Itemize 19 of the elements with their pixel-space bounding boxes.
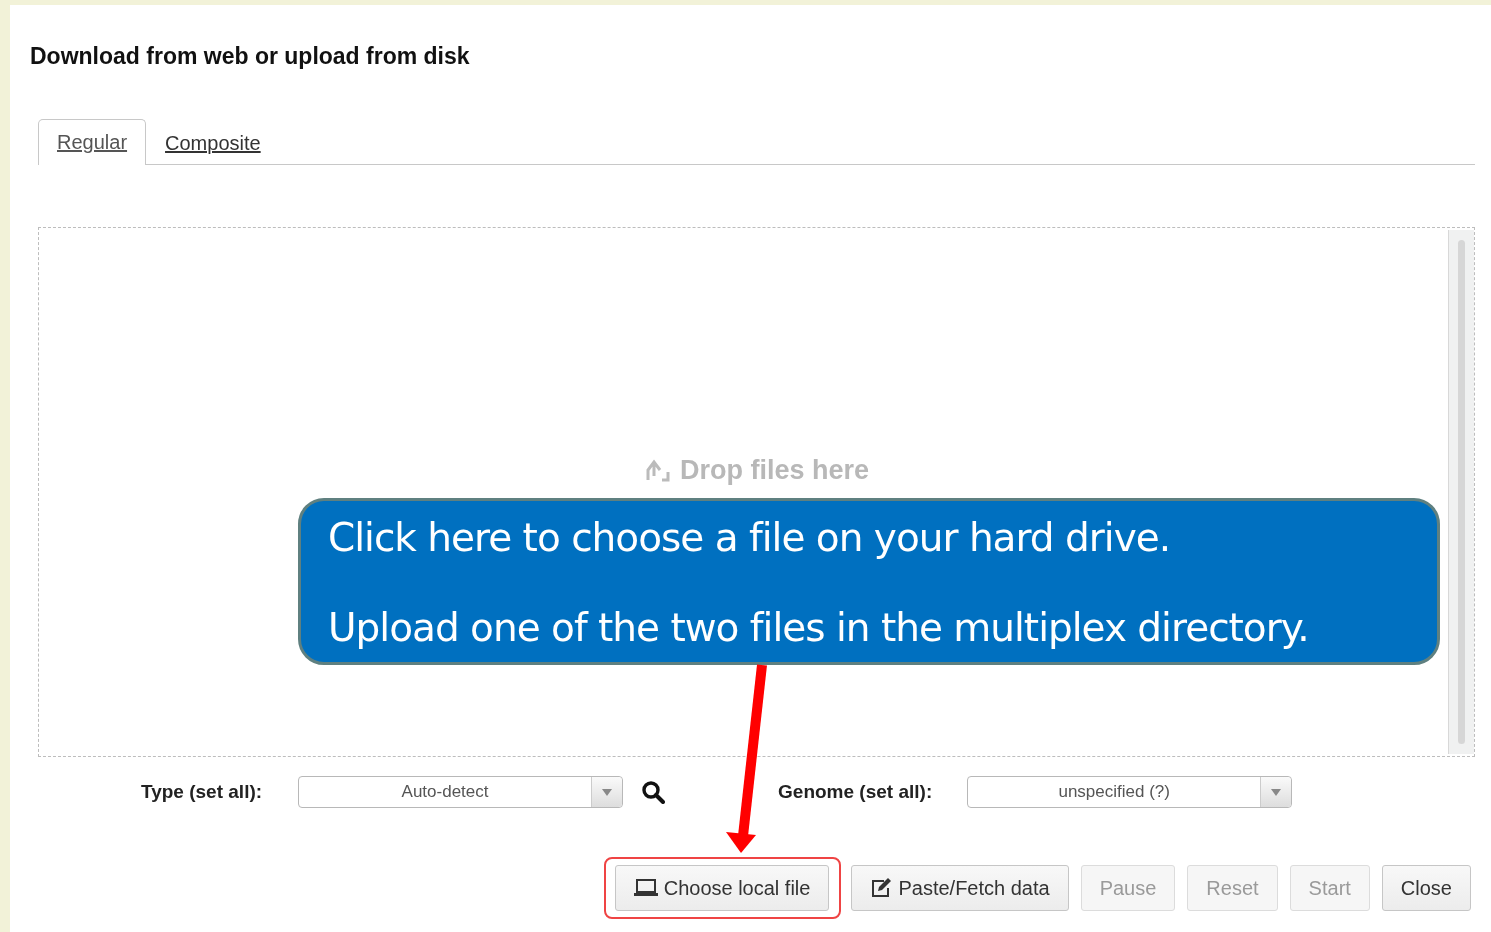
search-icon[interactable] [641,780,666,804]
caret-icon [602,788,613,796]
scrollbar[interactable] [1448,230,1474,754]
genome-dropdown[interactable]: unspecified (?) [967,776,1293,808]
tab[interactable]: Regular [38,119,147,165]
action-button[interactable]: Close [1381,865,1471,911]
action-button[interactable]: Choose local file [614,865,830,911]
laptop-icon [633,879,658,897]
genome-label: Genome (set all): [778,781,933,803]
callout-text: Upload one of the two files in the multiplex directory. [328,604,1310,652]
action-button[interactable]: Paste/Fetch data [851,865,1069,911]
type-label: Type (set all): [141,781,263,803]
callout-text: Click here to choose a file on your hard drive. [328,514,1172,562]
caret-icon [1271,788,1282,796]
dialog-title: Download from web or upload from disk [30,43,471,69]
drop-hint: Drop files here [679,454,870,486]
tab[interactable]: Composite [146,120,280,165]
type-dropdown[interactable]: Auto-detect [298,776,624,808]
edit-icon [870,878,893,898]
